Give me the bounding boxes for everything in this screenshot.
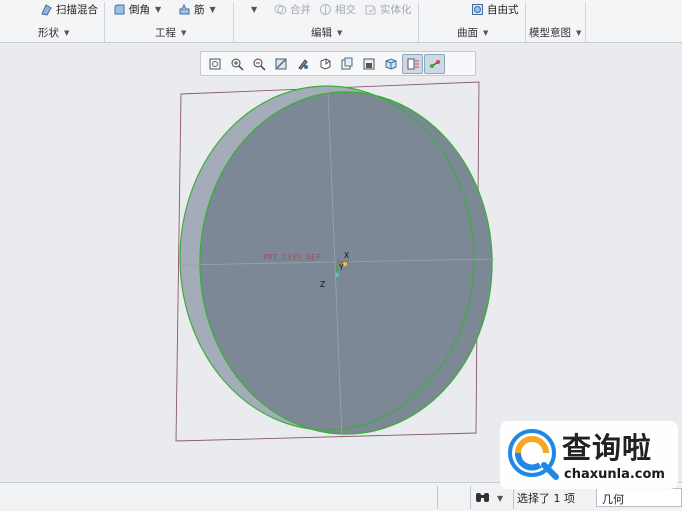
- ribbon-separator: [418, 2, 419, 42]
- zoom-in-icon[interactable]: [226, 54, 247, 74]
- group-engineering-label: 工程: [155, 27, 176, 39]
- ribbon-row-1-d: ▼: [249, 0, 257, 19]
- solidify-button[interactable]: 实体化: [364, 2, 412, 17]
- csys-label: PRT_CSYS_DEF: [263, 253, 321, 262]
- intersect-icon: [319, 3, 332, 16]
- binoculars-icon: [474, 490, 492, 507]
- chevron-down-icon[interactable]: ▼: [497, 494, 503, 503]
- rib-button[interactable]: 筋 ▼: [178, 2, 216, 17]
- graphics-viewport[interactable]: PRT_CSYS_DEF X Y Z: [0, 44, 682, 481]
- group-model-intent[interactable]: 模型意图 ▼: [529, 25, 581, 40]
- sweep-blend-icon: [40, 3, 53, 16]
- ribbon-row-1-g: 实体化: [364, 0, 412, 19]
- model-canvas[interactable]: PRT_CSYS_DEF X Y Z: [0, 44, 682, 481]
- saved-orientations-icon[interactable]: [314, 54, 335, 74]
- datum-display-icon[interactable]: [402, 53, 423, 74]
- ribbon-separator: [233, 2, 234, 42]
- status-divider: [470, 486, 471, 509]
- refit-icon[interactable]: [204, 54, 225, 74]
- watermark-logo: 查询啦 chaxunla.com: [500, 421, 678, 489]
- find-button[interactable]: ▼: [474, 489, 512, 507]
- spin-center-icon[interactable]: [424, 53, 445, 74]
- status-divider: [437, 486, 438, 509]
- group-model-intent-label: 模型意图: [529, 27, 571, 39]
- rib-dropdown-icon[interactable]: ▼: [210, 5, 216, 14]
- status-divider: [513, 486, 514, 509]
- chevron-down-icon: ▼: [483, 28, 489, 37]
- sweep-blend-label: 扫描混合: [56, 4, 98, 16]
- merge-label: 合并: [290, 4, 311, 16]
- ribbon-row-1-h: 自由式: [471, 0, 519, 19]
- ribbon-row-1-b: 倒角 ▼: [113, 0, 161, 19]
- group-surfaces-label: 曲面: [457, 27, 478, 39]
- csys-y-label: Y: [338, 263, 344, 272]
- view-toolbar: [200, 51, 476, 76]
- sweep-blend-button[interactable]: 扫描混合: [40, 2, 98, 17]
- chevron-down-icon: ▼: [576, 28, 582, 37]
- group-shapes-label: 形状: [38, 27, 59, 39]
- round-label: 倒角: [129, 4, 150, 16]
- magnifier-logo-icon: [508, 429, 559, 480]
- round-icon: [113, 3, 126, 16]
- solidify-label: 实体化: [380, 4, 412, 16]
- zoom-out-icon[interactable]: [248, 54, 269, 74]
- rib-label: 筋: [194, 4, 205, 16]
- ribbon: 扫描混合 倒角 ▼ 筋 ▼ ▼ 合并 相交 实体化 自由式 形状 ▼ 工程 ▼ …: [0, 0, 682, 43]
- display-style-icon[interactable]: [336, 54, 357, 74]
- group-editing-label: 编辑: [311, 27, 332, 39]
- group-engineering[interactable]: 工程 ▼: [155, 25, 186, 40]
- merge-icon: [274, 3, 287, 16]
- selection-filter-select[interactable]: 几何: [596, 488, 682, 507]
- reorient-icon[interactable]: [292, 54, 313, 74]
- perspective-icon[interactable]: [358, 54, 379, 74]
- csys-origin-marker: [343, 262, 347, 266]
- ribbon-separator: [525, 2, 526, 42]
- group-shapes[interactable]: 形状 ▼: [38, 25, 69, 40]
- merge-button[interactable]: 合并: [274, 2, 311, 17]
- round-button[interactable]: 倒角 ▼: [113, 2, 161, 17]
- intersect-button[interactable]: 相交: [319, 2, 356, 17]
- chevron-down-icon: ▼: [64, 28, 70, 37]
- csys-z-label: Z: [320, 280, 325, 289]
- chevron-down-icon: ▼: [337, 28, 343, 37]
- ribbon-row-1-e: 合并: [274, 0, 311, 19]
- intersect-label: 相交: [335, 4, 356, 16]
- editing-overflow-dropdown-icon[interactable]: ▼: [251, 5, 257, 14]
- csys-z-marker: [334, 272, 340, 278]
- ribbon-separator: [585, 2, 586, 42]
- ribbon-separator: [104, 2, 105, 42]
- csys-x-label: X: [344, 251, 349, 260]
- solidify-icon: [364, 3, 377, 16]
- watermark-text: 查询啦: [562, 431, 653, 465]
- ribbon-row-1: 扫描混合: [40, 0, 98, 19]
- group-editing[interactable]: 编辑 ▼: [311, 25, 342, 40]
- rib-icon: [178, 3, 191, 16]
- ribbon-row-1-f: 相交: [319, 0, 356, 19]
- freestyle-label: 自由式: [487, 4, 519, 16]
- ribbon-row-1-c: 筋 ▼: [178, 0, 216, 19]
- group-surfaces[interactable]: 曲面 ▼: [457, 25, 488, 40]
- chevron-down-icon: ▼: [181, 28, 187, 37]
- freestyle-icon: [471, 3, 484, 16]
- repaint-icon[interactable]: [270, 54, 291, 74]
- view-manager-icon[interactable]: [380, 54, 401, 74]
- selection-status: 选择了 1 项: [517, 492, 575, 505]
- freestyle-button[interactable]: 自由式: [471, 2, 519, 17]
- round-dropdown-icon[interactable]: ▼: [155, 5, 161, 14]
- watermark-url: chaxunla.com: [564, 467, 665, 482]
